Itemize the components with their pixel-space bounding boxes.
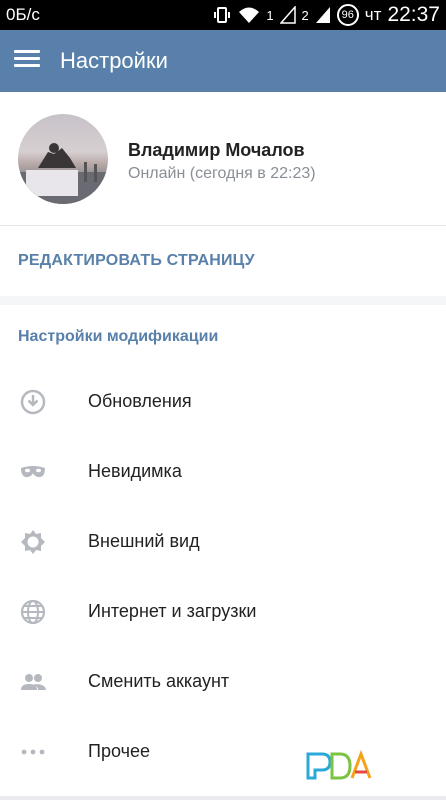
menu-item-other[interactable]: Прочее [0, 717, 446, 787]
more-dots-icon [19, 738, 47, 766]
menu-item-label: Внешний вид [88, 531, 200, 551]
globe-icon [19, 598, 47, 626]
hamburger-line [14, 57, 40, 60]
edit-page-label: РЕДАКТИРОВАТЬ СТРАНИЦУ [18, 252, 255, 269]
hamburger-icon [14, 50, 40, 53]
pda-logo [306, 748, 372, 782]
edit-page-button[interactable]: РЕДАКТИРОВАТЬ СТРАНИЦУ [0, 226, 446, 296]
menu-item-label: Невидимка [88, 461, 182, 481]
menu-item-updates[interactable]: Обновления [0, 367, 446, 437]
menu-item-invisible[interactable]: Невидимка [0, 437, 446, 507]
vibrate-icon [212, 5, 232, 25]
mod-settings-section: Настройки модификации Обновления Невидим… [0, 305, 446, 800]
profile-name: Владимир Мочалов [128, 140, 305, 160]
hamburger-line [14, 64, 40, 67]
gear-icon [19, 528, 47, 556]
day-label: чт [364, 5, 382, 24]
clock: 22:37 [387, 3, 440, 26]
menu-item-appearance[interactable]: Внешний вид [0, 507, 446, 577]
profile-card[interactable]: Владимир Мочалов Онлайн (сегодня в 22:23… [0, 92, 446, 225]
people-icon [19, 668, 47, 696]
profile-status: Онлайн (сегодня в 22:23) [128, 165, 316, 182]
menu-item-internet[interactable]: Интернет и загрузки [0, 577, 446, 647]
signal-sim1-icon [279, 6, 296, 24]
page-title: Настройки [60, 48, 168, 73]
menu-item-switch-account[interactable]: Сменить аккаунт [0, 647, 446, 717]
status-bar: 0Б/с 1 2 96 чт 22:37 [0, 0, 446, 30]
avatar[interactable] [18, 114, 108, 204]
bottom-edge [0, 796, 446, 800]
sim2-label: 2 [301, 7, 309, 23]
menu-item-label: Прочее [88, 741, 150, 761]
menu-button[interactable] [14, 47, 42, 75]
battery-icon: 96 [336, 4, 359, 26]
menu-item-label: Сменить аккаунт [88, 671, 230, 691]
mask-icon [19, 458, 47, 486]
status-icons: 1 2 96 чт 22:37 [212, 3, 440, 27]
network-speed: 0Б/с [6, 5, 40, 24]
sim1-label: 1 [266, 7, 274, 23]
signal-sim2-icon [315, 6, 331, 24]
menu-item-label: Обновления [88, 391, 192, 411]
app-bar: Настройки [0, 30, 446, 92]
download-circle-icon [19, 388, 47, 416]
section-title: Настройки модификации [18, 328, 219, 345]
menu-item-label: Интернет и загрузки [88, 601, 257, 621]
wifi-icon [238, 6, 260, 24]
